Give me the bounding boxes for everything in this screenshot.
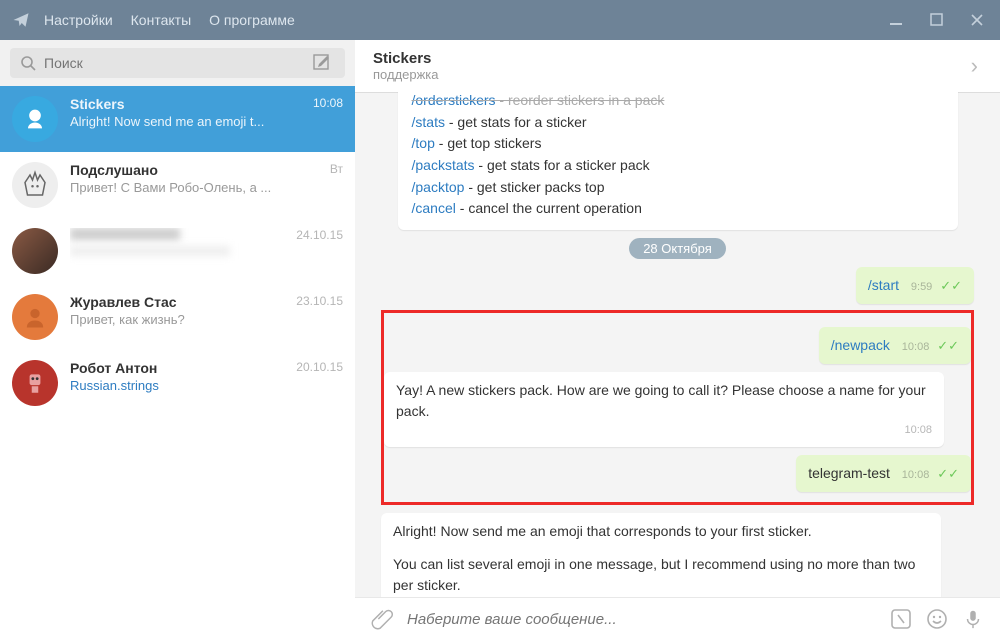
command-icon[interactable]: [890, 608, 912, 630]
close-icon[interactable]: [966, 9, 988, 31]
chat-subtitle: поддержка: [373, 67, 967, 82]
chat-title: Stickers: [373, 50, 967, 67]
chat-time: 24.10.15: [296, 228, 343, 242]
search-icon: [20, 55, 36, 71]
emoji-icon[interactable]: [926, 608, 948, 630]
titlebar: Настройки Контакты О программе: [0, 0, 1000, 40]
avatar: [12, 162, 58, 208]
message-out: /start 9:59 ✓✓: [856, 267, 974, 304]
chat-time: 10:08: [313, 96, 343, 112]
sidebar: Stickers 10:08 Alright! Now send me an em…: [0, 40, 355, 640]
search-box[interactable]: [10, 48, 345, 78]
chat-item[interactable]: 24.10.15: [0, 218, 355, 284]
chat-list: Stickers 10:08 Alright! Now send me an em…: [0, 86, 355, 640]
date-chip: 28 Октября: [381, 238, 974, 259]
menu-settings[interactable]: Настройки: [44, 12, 113, 28]
read-checks-icon: ✓✓: [940, 278, 962, 293]
chat-item[interactable]: Подслушано Вт Привет! С Вами Робо-Олень, …: [0, 152, 355, 218]
mic-icon[interactable]: [962, 608, 984, 630]
message-out: /newpack 10:08 ✓✓: [819, 327, 971, 364]
message-time: 10:08: [904, 422, 932, 439]
compose-icon[interactable]: [309, 54, 335, 72]
chat-item[interactable]: Робот Антон 20.10.15 Russian.strings: [0, 350, 355, 416]
chat-name: Робот Антон: [70, 360, 157, 376]
chat-preview: Привет, как жизнь?: [70, 312, 343, 327]
chat-preview: Alright! Now send me an emoji t...: [70, 114, 343, 129]
chat-name: Stickers: [70, 96, 124, 112]
chat-name: [70, 228, 180, 240]
attach-icon[interactable]: [371, 608, 393, 630]
chat-time: 23.10.15: [296, 294, 343, 310]
minimize-icon[interactable]: [886, 9, 908, 31]
message-bubble: /orderstickers - reorder stickers in a p…: [398, 92, 958, 230]
chevron-right-icon[interactable]: ›: [967, 53, 982, 79]
message-out: telegram-test 10:08 ✓✓: [796, 455, 971, 492]
chat-time: Вт: [330, 162, 343, 178]
chat-time: 20.10.15: [296, 360, 343, 376]
messages-area[interactable]: /orderstickers - reorder stickers in a p…: [355, 92, 1000, 597]
search-bar: [0, 40, 355, 86]
chat-item[interactable]: Журавлев Стас 23.10.15 Привет, как жизнь?: [0, 284, 355, 350]
menu-about[interactable]: О программе: [209, 12, 295, 28]
read-checks-icon: ✓✓: [937, 466, 959, 481]
message-time: 10:08: [902, 469, 930, 481]
message-time: 9:59: [911, 281, 932, 293]
message-time: 10:08: [902, 341, 930, 353]
chat-preview: Привет! С Вами Робо-Олень, а ...: [70, 180, 343, 195]
message-input[interactable]: [407, 611, 876, 628]
menu-contacts[interactable]: Контакты: [131, 12, 191, 28]
chat-item-stickers[interactable]: Stickers 10:08 Alright! Now send me an em…: [0, 86, 355, 152]
avatar: [12, 96, 58, 142]
avatar: [12, 228, 58, 274]
highlight-box: /newpack 10:08 ✓✓ Yay! A new stickers pa…: [381, 310, 974, 505]
avatar: [12, 294, 58, 340]
message-in: Alright! Now send me an emoji that corre…: [381, 513, 941, 597]
chat-header: Stickers поддержка ›: [355, 40, 1000, 92]
read-checks-icon: ✓✓: [937, 338, 959, 353]
maximize-icon[interactable]: [926, 9, 948, 31]
chat-preview: Russian.strings: [70, 378, 343, 393]
chat-name: Журавлев Стас: [70, 294, 177, 310]
message-in: Yay! A new stickers pack. How are we goi…: [384, 372, 944, 447]
composer: [355, 597, 1000, 640]
chat-pane: Stickers поддержка › /orderstickers - re…: [355, 40, 1000, 640]
avatar: [12, 360, 58, 406]
app-logo-icon: [12, 11, 30, 29]
chat-preview: [70, 246, 230, 256]
search-input[interactable]: [44, 55, 309, 71]
chat-name: Подслушано: [70, 162, 158, 178]
